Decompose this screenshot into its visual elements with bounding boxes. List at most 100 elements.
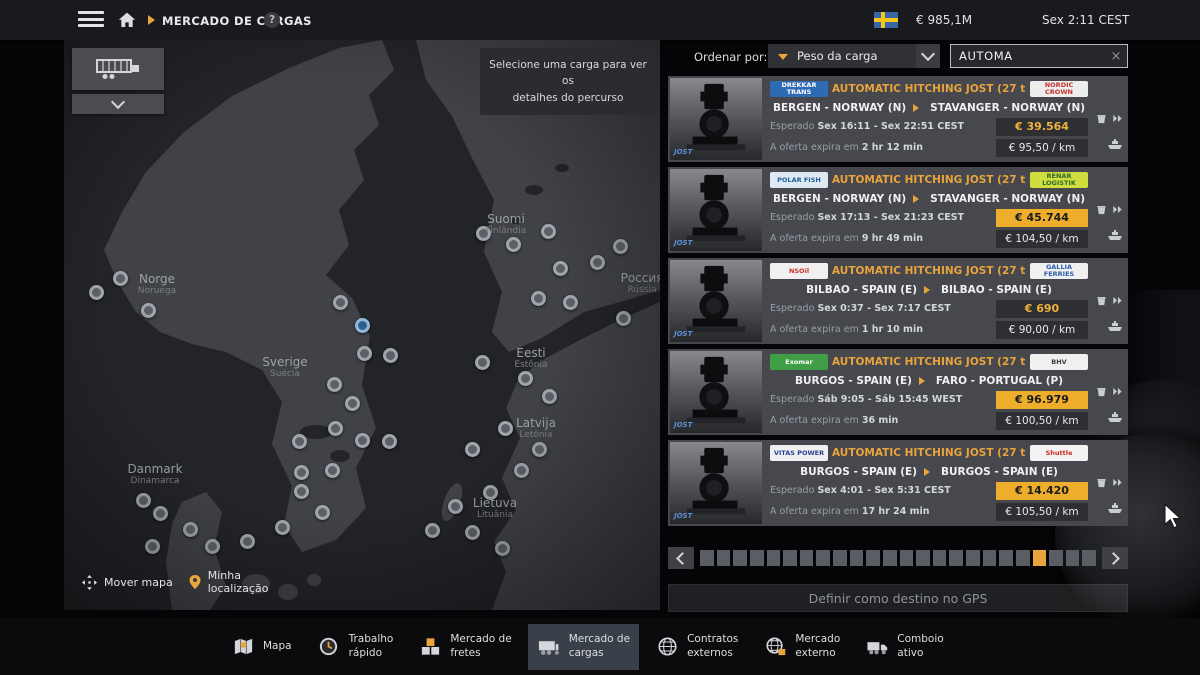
job-marker[interactable] [476,226,491,241]
pagination-segment[interactable] [983,550,997,566]
nav-quick-job[interactable]: Trabalho rápido [308,624,403,670]
pagination-segment[interactable] [816,550,830,566]
job-marker[interactable] [294,465,309,480]
pagination-segment[interactable] [966,550,980,566]
ferry-icon [1107,499,1123,518]
job-marker[interactable] [145,539,160,554]
pagination-segment[interactable] [1016,550,1030,566]
job-marker[interactable] [531,291,546,306]
pagination-segment[interactable] [900,550,914,566]
job-marker[interactable] [294,484,309,499]
job-marker[interactable] [89,285,104,300]
pagination-segment[interactable] [999,550,1013,566]
job-marker[interactable] [357,346,372,361]
page-prev-button[interactable] [668,547,694,569]
pagination-segment[interactable] [717,550,731,566]
job-marker[interactable] [240,534,255,549]
pagination-segment[interactable] [866,550,880,566]
player-location-marker[interactable] [355,318,370,333]
job-marker[interactable] [616,311,631,326]
job-marker[interactable] [136,493,151,508]
cargo-offer-card[interactable]: JOST VITAS POWER AUTOMATIC HITCHING JOST… [668,440,1128,526]
home-icon[interactable] [117,10,137,30]
job-marker[interactable] [383,348,398,363]
job-marker[interactable] [514,463,529,478]
nav-freight-market[interactable]: Mercado de fretes [409,624,520,670]
pagination-segment[interactable] [767,550,781,566]
pagination-segment[interactable] [700,550,714,566]
job-marker[interactable] [355,433,370,448]
pagination-segment[interactable] [750,550,764,566]
job-marker[interactable] [506,237,521,252]
job-marker[interactable] [275,520,290,535]
pagination-segment[interactable] [783,550,797,566]
pagination-segment[interactable] [916,550,930,566]
pagination-segment[interactable] [883,550,897,566]
pagination-segment[interactable] [850,550,864,566]
job-marker[interactable] [345,396,360,411]
job-marker[interactable] [141,303,156,318]
job-marker[interactable] [553,261,568,276]
nav-external-contracts[interactable]: Contratos externos [646,624,747,670]
job-marker[interactable] [590,255,605,270]
route-to: BILBAO - SPAIN (E) [941,284,1052,296]
nav-external-market[interactable]: Mercado externo [754,624,849,670]
cargo-offer-card[interactable]: JOST POLAR FISH AUTOMATIC HITCHING JOST … [668,167,1128,253]
job-marker[interactable] [495,541,510,556]
job-marker[interactable] [205,539,220,554]
nav-cargo-market[interactable]: Mercado de cargas [528,624,639,670]
job-marker[interactable] [518,371,533,386]
job-marker[interactable] [563,295,578,310]
job-marker[interactable] [425,523,440,538]
expiration: A oferta expira em 2 hr 12 min [770,142,990,153]
breadcrumb: MERCADO DE CARGAS [162,14,312,28]
job-marker[interactable] [325,463,340,478]
nav-label: Trabalho rápido [349,633,394,659]
trailer-expand-button[interactable] [72,94,164,114]
job-marker[interactable] [292,434,307,449]
job-marker[interactable] [333,295,348,310]
job-marker[interactable] [542,389,557,404]
map-panel[interactable]: NorgeNoruegaSverigeSuéciaSuomiFinlândiaE… [64,40,660,610]
route-to: FARO - PORTUGAL (P) [936,375,1063,387]
job-marker[interactable] [465,442,480,457]
nav-map[interactable]: Mapa [222,624,301,670]
job-marker[interactable] [183,522,198,537]
job-marker[interactable] [465,525,480,540]
job-marker[interactable] [532,442,547,457]
page-next-button[interactable] [1102,547,1128,569]
job-marker[interactable] [613,239,628,254]
pagination-segment[interactable] [933,550,947,566]
job-marker[interactable] [448,499,463,514]
dropdown-chevron-button[interactable] [916,44,940,68]
job-marker[interactable] [382,434,397,449]
nav-convoy[interactable]: Comboio ativo [856,624,952,670]
pagination-segment[interactable] [1082,550,1096,566]
cargo-offer-card[interactable]: JOST DREKKAR TRANS AUTOMATIC HITCHING JO… [668,76,1128,162]
job-marker[interactable] [327,377,342,392]
job-marker[interactable] [475,355,490,370]
job-marker[interactable] [541,224,556,239]
job-marker[interactable] [498,421,513,436]
menu-icon[interactable] [78,11,104,29]
set-gps-destination-button[interactable]: Definir como destino no GPS [668,584,1128,612]
pagination-segment-active[interactable] [1033,550,1047,566]
pagination-segment[interactable] [1066,550,1080,566]
pagination-segment[interactable] [833,550,847,566]
pagination-segment[interactable] [1049,550,1063,566]
job-marker[interactable] [315,505,330,520]
cargo-offer-card[interactable]: JOST Exomar AUTOMATIC HITCHING JOST (27 … [668,349,1128,435]
clear-search-icon[interactable]: × [1105,49,1127,64]
help-icon[interactable]: ? [264,12,280,28]
job-marker[interactable] [328,421,343,436]
sort-dropdown[interactable]: Peso da carga [768,44,940,68]
trailer-select-button[interactable] [72,48,164,90]
job-marker[interactable] [113,271,128,286]
pagination-segment[interactable] [949,550,963,566]
pagination-segment[interactable] [800,550,814,566]
job-marker[interactable] [153,506,168,521]
search-input[interactable]: AUTOMA × [950,44,1128,68]
job-marker[interactable] [483,485,498,500]
pagination-segment[interactable] [733,550,747,566]
cargo-offer-card[interactable]: JOST NSOil AUTOMATIC HITCHING JOST (27 t… [668,258,1128,344]
